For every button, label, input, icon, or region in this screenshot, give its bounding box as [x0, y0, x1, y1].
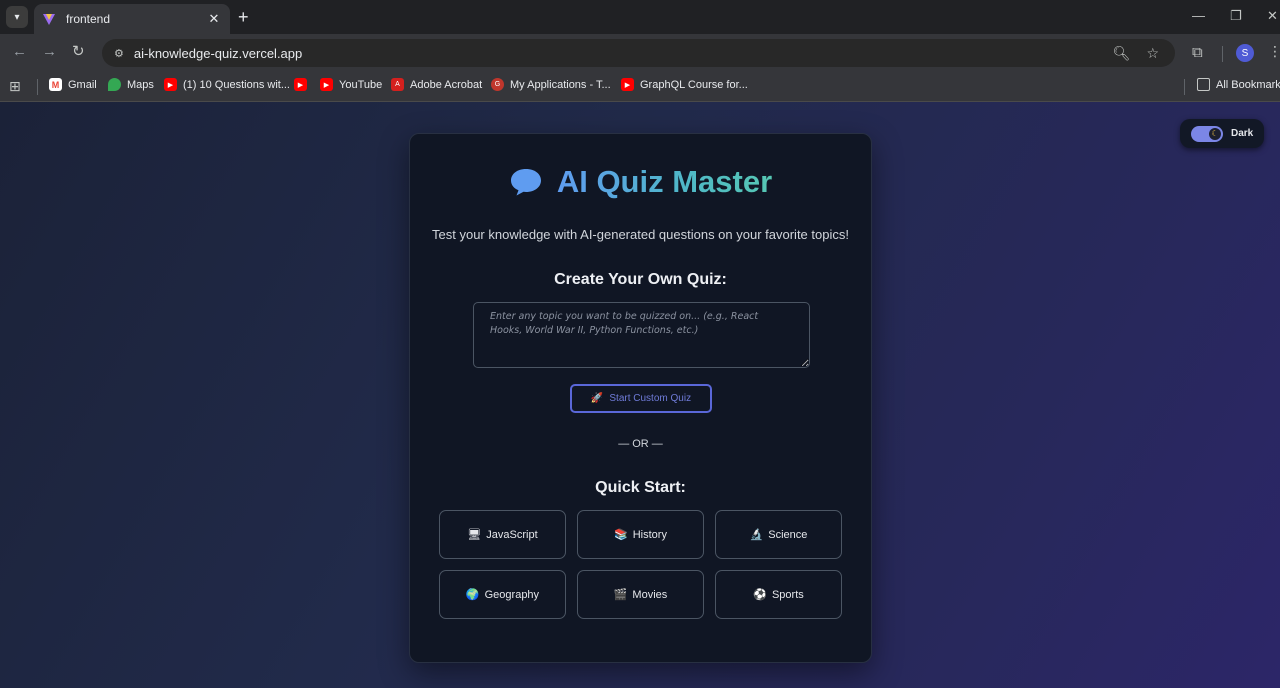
- bookmark-youtube[interactable]: ▶ YouTube: [320, 78, 382, 91]
- bookmarks-divider: [37, 79, 38, 95]
- extensions-icon[interactable]: ⧉: [1192, 44, 1203, 61]
- close-window-icon[interactable]: ✕: [1267, 8, 1278, 24]
- bookmark-star-icon[interactable]: ☆: [1146, 45, 1159, 62]
- quick-topic-movies[interactable]: 🎬 Movies: [577, 570, 704, 619]
- theme-toggle-label: Dark: [1231, 128, 1254, 139]
- browser-toolbar: ← → ↻ ⚙ ai-knowledge-quiz.vercel.app 🔍︎ …: [0, 34, 1280, 72]
- tab-strip: ▾ frontend ✕ + — ❐ ✕: [0, 0, 1280, 34]
- microscope-icon: 🔬: [749, 528, 764, 541]
- chevron-down-icon: ▾: [14, 11, 20, 23]
- bookmark-label: Adobe Acrobat: [410, 78, 483, 91]
- tab-close-icon[interactable]: ✕: [206, 11, 222, 27]
- browser-tab[interactable]: frontend ✕: [34, 4, 230, 34]
- new-tab-button[interactable]: +: [238, 8, 249, 26]
- theme-toggle[interactable]: ☾ Dark: [1180, 119, 1264, 148]
- bookmark-10-questions[interactable]: ▶ (1) 10 Questions wit...: [164, 78, 290, 91]
- quick-topic-label: Movies: [632, 588, 668, 601]
- quick-topic-geography[interactable]: 🌍 Geography: [439, 570, 566, 619]
- quick-topic-label: JavaScript: [486, 528, 538, 541]
- acrobat-icon: A: [391, 78, 404, 91]
- bookmark-graphql-course[interactable]: ▶ GraphQL Course for...: [621, 78, 748, 91]
- toolbar-divider: [1222, 46, 1223, 62]
- start-button-label: Start Custom Quiz: [609, 393, 692, 404]
- maps-icon: [108, 78, 121, 91]
- or-separator: — OR —: [618, 438, 663, 450]
- bookmark-adobe-acrobat[interactable]: A Adobe Acrobat: [391, 78, 482, 91]
- quick-start-heading: Quick Start:: [595, 479, 686, 496]
- create-quiz-heading: Create Your Own Quiz:: [554, 271, 727, 288]
- ball-icon: ⚽: [753, 588, 767, 601]
- youtube-icon: ▶: [320, 78, 333, 91]
- bookmark-youtube-icon-only[interactable]: ▶: [294, 78, 313, 91]
- folder-icon: [1197, 78, 1210, 91]
- back-arrow-icon[interactable]: ←: [12, 44, 27, 60]
- theme-switch[interactable]: ☾: [1191, 125, 1223, 142]
- bookmarks-bar: ⊞ M Gmail Maps ▶ (1) 10 Questions wit...…: [0, 72, 1280, 102]
- address-bar[interactable]: ⚙ ai-knowledge-quiz.vercel.app 🔍︎ ☆: [102, 39, 1175, 67]
- app-page: ☾ Dark AI Quiz Master Test your knowledg…: [0, 102, 1280, 688]
- rocket-icon: 🚀: [590, 393, 604, 404]
- speech-bubble-icon: [510, 169, 541, 196]
- clapperboard-icon: 🎬: [613, 588, 628, 601]
- vercel-favicon-icon: [42, 12, 56, 26]
- tab-title: frontend: [66, 12, 111, 26]
- subtitle: Test your knowledge with AI-generated qu…: [432, 227, 849, 242]
- apps-grid-icon[interactable]: ⊞: [9, 78, 21, 95]
- restore-icon[interactable]: ❐: [1230, 8, 1242, 24]
- app-icon: G: [491, 78, 504, 91]
- profile-avatar[interactable]: S: [1236, 44, 1254, 62]
- page-title: AI Quiz Master: [410, 164, 871, 200]
- quick-topic-sports[interactable]: ⚽ Sports: [715, 570, 842, 619]
- youtube-icon: ▶: [164, 78, 177, 91]
- bookmark-my-applications[interactable]: G My Applications - T...: [491, 78, 611, 91]
- gmail-icon: M: [49, 78, 62, 91]
- quick-topic-history[interactable]: 📚 History: [577, 510, 704, 559]
- more-menu-icon[interactable]: ⋮: [1268, 43, 1280, 60]
- forward-arrow-icon[interactable]: →: [42, 44, 57, 60]
- bookmark-label: (1) 10 Questions wit...: [183, 78, 290, 91]
- quick-topic-label: Science: [768, 528, 808, 541]
- topic-input[interactable]: [473, 302, 810, 368]
- bookmark-label: GraphQL Course for...: [640, 78, 748, 91]
- all-bookmarks[interactable]: All Bookmarks: [1197, 78, 1280, 91]
- quick-topic-science[interactable]: 🔬 Science: [715, 510, 842, 559]
- app-title: AI Quiz Master: [556, 164, 773, 199]
- bookmark-label: YouTube: [339, 78, 383, 91]
- reload-icon[interactable]: ↻: [72, 44, 85, 60]
- bookmark-gmail[interactable]: M Gmail: [49, 78, 97, 91]
- books-icon: 📚: [614, 528, 628, 541]
- quick-topic-javascript[interactable]: 🖥 JavaScript: [439, 510, 566, 559]
- computer-icon: 🖥: [467, 528, 482, 541]
- globe-icon: 🌍: [465, 588, 480, 601]
- bookmarks-divider: [1184, 79, 1185, 95]
- bookmark-maps[interactable]: Maps: [108, 78, 154, 91]
- site-settings-icon[interactable]: ⚙: [114, 47, 124, 60]
- address-url: ai-knowledge-quiz.vercel.app: [133, 45, 303, 61]
- bookmark-label: My Applications - T...: [510, 78, 611, 91]
- tab-search-button[interactable]: ▾: [6, 6, 28, 28]
- quick-topic-label: Geography: [484, 588, 540, 601]
- youtube-icon: ▶: [621, 78, 634, 91]
- all-bookmarks-label: All Bookmarks: [1216, 78, 1280, 91]
- minimize-icon[interactable]: —: [1192, 8, 1205, 23]
- zoom-icon[interactable]: 🔍︎: [1113, 45, 1131, 62]
- quiz-card: AI Quiz Master Test your knowledge with …: [409, 133, 872, 663]
- bookmark-label: Maps: [127, 78, 154, 91]
- quick-start-grid: 🖥 JavaScript 📚 History 🔬 Science 🌍 Geogr…: [439, 510, 843, 619]
- quick-topic-label: History: [632, 528, 667, 541]
- start-custom-quiz-button[interactable]: 🚀 Start Custom Quiz: [570, 384, 712, 413]
- moon-icon: ☾: [1209, 127, 1221, 140]
- bookmark-label: Gmail: [68, 78, 97, 91]
- youtube-icon: ▶: [294, 78, 307, 91]
- quick-topic-label: Sports: [771, 588, 804, 601]
